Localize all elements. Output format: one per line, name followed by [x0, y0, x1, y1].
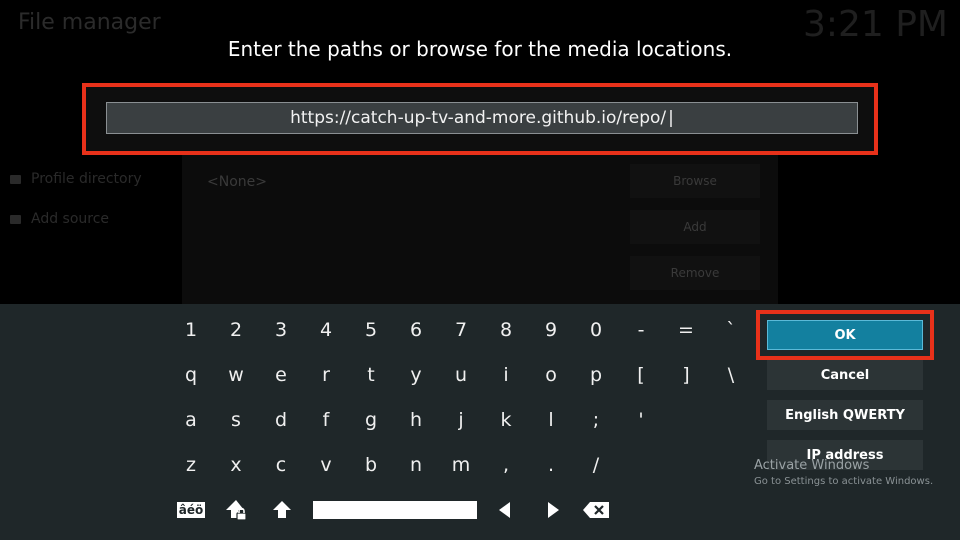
accent-key[interactable]: âéö [174, 497, 208, 523]
key[interactable]: i [486, 358, 526, 392]
key[interactable]: ; [576, 403, 616, 437]
key[interactable]: q [171, 358, 211, 392]
sidebar-item-profile-directory[interactable]: Profile directory [10, 171, 142, 187]
arrow-right-icon [548, 502, 559, 518]
source-list-item[interactable]: <None> [207, 174, 267, 190]
arrow-right-key[interactable] [542, 497, 564, 523]
key[interactable]: \ [711, 358, 751, 392]
remove-button[interactable]: Remove [630, 256, 760, 290]
text-caret: | [668, 108, 674, 128]
backspace-key[interactable] [580, 497, 612, 523]
key[interactable]: s [216, 403, 256, 437]
shift-icon [273, 501, 291, 518]
shift-key[interactable] [268, 497, 296, 523]
key[interactable]: o [531, 358, 571, 392]
shift-lock-key[interactable] [223, 497, 251, 523]
activate-windows-title: Activate Windows [754, 458, 870, 473]
key[interactable]: x [216, 448, 256, 482]
key[interactable]: w [216, 358, 256, 392]
keyboard-layout-button[interactable]: English QWERTY [767, 400, 923, 430]
key[interactable]: v [306, 448, 346, 482]
browse-button[interactable]: Browse [630, 164, 760, 198]
key[interactable]: a [171, 403, 211, 437]
ok-button[interactable]: OK [767, 320, 923, 350]
key[interactable]: = [666, 313, 706, 347]
backspace-icon [583, 502, 609, 518]
key[interactable]: 5 [351, 313, 391, 347]
key[interactable]: h [396, 403, 436, 437]
key[interactable]: 7 [441, 313, 481, 347]
window-title: File manager [18, 10, 161, 35]
key[interactable]: ` [711, 313, 751, 347]
shift-lock-icon [226, 500, 247, 521]
key[interactable]: - [621, 313, 661, 347]
dialog-heading: Enter the paths or browse for the media … [227, 37, 733, 61]
key[interactable]: . [531, 448, 571, 482]
key[interactable]: , [486, 448, 526, 482]
highlight-frame-url: https://catch-up-tv-and-more.github.io/r… [82, 83, 878, 155]
key[interactable]: 9 [531, 313, 571, 347]
key[interactable]: 1 [171, 313, 211, 347]
key[interactable]: 6 [396, 313, 436, 347]
key[interactable]: 4 [306, 313, 346, 347]
key[interactable]: 0 [576, 313, 616, 347]
accent-key-label: âéö [176, 502, 206, 518]
highlight-frame-ok: OK [756, 310, 934, 360]
key[interactable]: c [261, 448, 301, 482]
folder-icon [10, 214, 21, 224]
key[interactable]: n [396, 448, 436, 482]
key[interactable]: ] [666, 358, 706, 392]
key[interactable]: b [351, 448, 391, 482]
key[interactable]: [ [621, 358, 661, 392]
arrow-left-icon [499, 502, 510, 518]
key[interactable]: g [351, 403, 391, 437]
folder-icon [10, 174, 21, 184]
sidebar-item-add-source[interactable]: Add source [10, 211, 109, 227]
key[interactable]: m [441, 448, 481, 482]
key[interactable]: / [576, 448, 616, 482]
key[interactable]: z [171, 448, 211, 482]
key[interactable]: ' [621, 403, 661, 437]
key[interactable]: l [531, 403, 571, 437]
arrow-left-key[interactable] [494, 497, 516, 523]
key[interactable]: y [396, 358, 436, 392]
url-input[interactable]: https://catch-up-tv-and-more.github.io/r… [106, 102, 858, 134]
key[interactable]: 3 [261, 313, 301, 347]
activate-windows-subtitle: Go to Settings to activate Windows. [754, 476, 934, 487]
key[interactable]: k [486, 403, 526, 437]
sidebar-item-label: Add source [31, 211, 110, 227]
key[interactable]: t [351, 358, 391, 392]
url-input-text: https://catch-up-tv-and-more.github.io/r… [290, 108, 667, 128]
key[interactable]: j [441, 403, 481, 437]
key[interactable]: u [441, 358, 481, 392]
key[interactable]: f [306, 403, 346, 437]
sidebar-item-label: Profile directory [31, 171, 142, 187]
key[interactable]: d [261, 403, 301, 437]
key[interactable]: p [576, 358, 616, 392]
key[interactable]: r [306, 358, 346, 392]
key[interactable]: 2 [216, 313, 256, 347]
cancel-button[interactable]: Cancel [767, 360, 923, 390]
key[interactable]: 8 [486, 313, 526, 347]
add-button[interactable]: Add [630, 210, 760, 244]
key[interactable]: e [261, 358, 301, 392]
space-bar-key[interactable] [313, 501, 477, 519]
